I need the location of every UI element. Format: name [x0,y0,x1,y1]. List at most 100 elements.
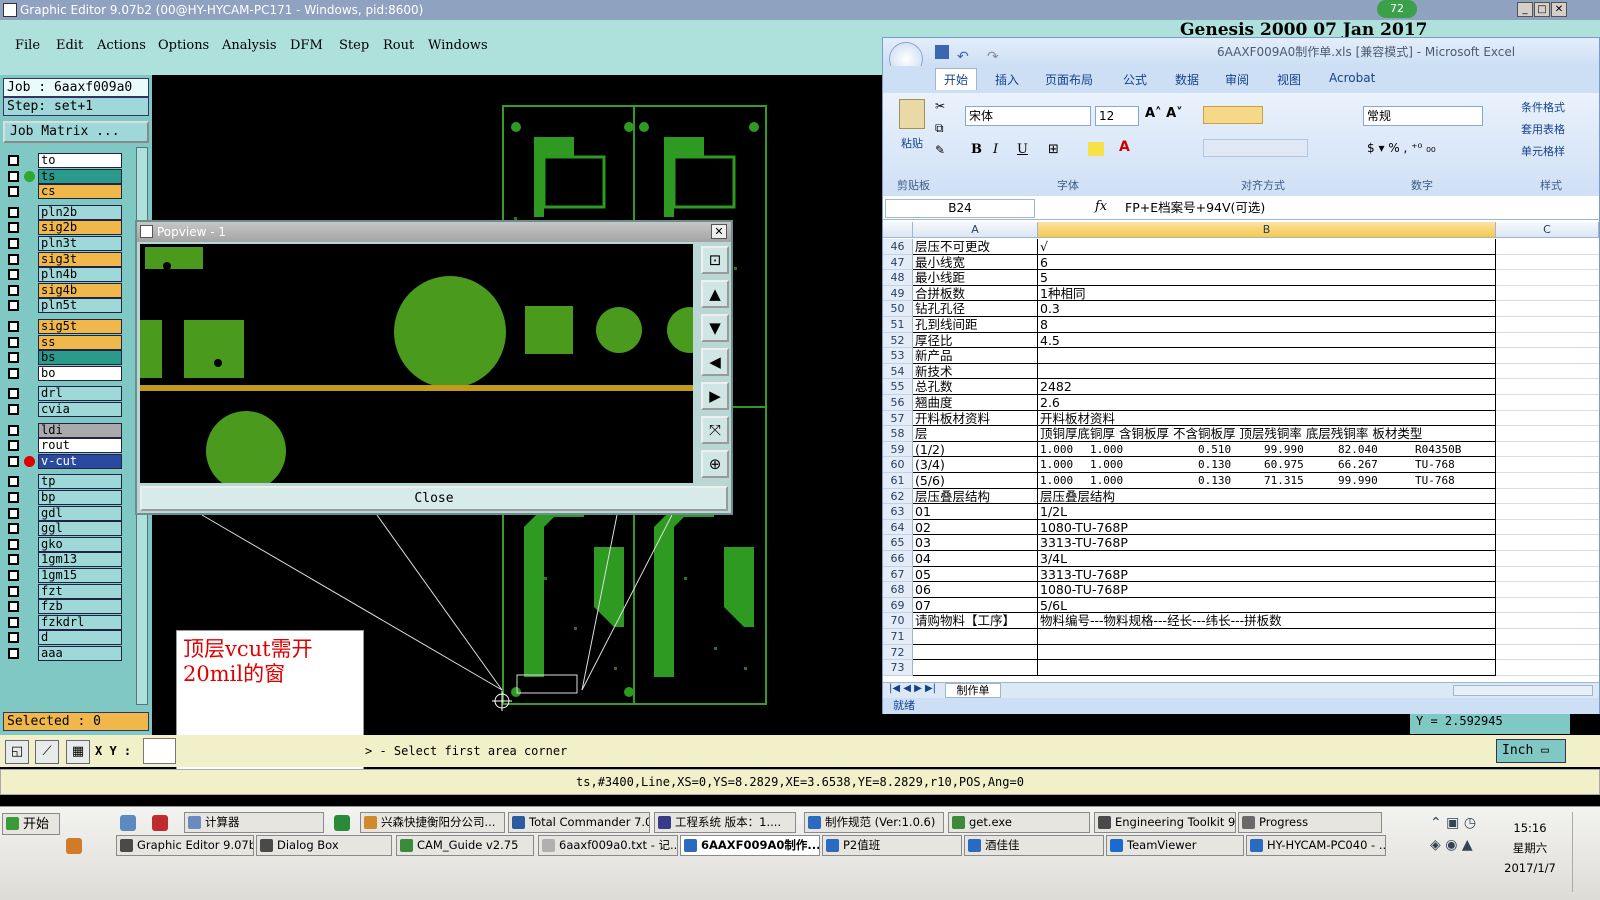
close-icon[interactable]: ✕ [1551,2,1567,17]
row-header[interactable]: 72 [883,644,913,661]
menu-actions[interactable]: Actions [97,38,146,53]
layer-row-ldi[interactable]: ldi [6,422,122,438]
cell-a[interactable]: 01 [913,504,1038,520]
taskbar-button[interactable]: 制作规范 (Ver:1.0.6) [804,812,944,833]
layer-row-to[interactable]: to [6,153,122,168]
cell-a[interactable]: 翘曲度 [913,395,1038,411]
cell-c[interactable] [1496,645,1599,661]
layer-row-sig3t[interactable]: sig3t [6,251,122,267]
cell-a[interactable]: 孔到线间距 [913,317,1038,333]
cell-a[interactable] [913,629,1038,645]
taskbar-button[interactable]: 酒佳佳 [964,835,1104,856]
cell-c[interactable] [1496,270,1599,286]
cell-c[interactable] [1496,301,1599,317]
cell-b[interactable] [1038,629,1496,645]
font-name-select[interactable]: 宋体 [965,106,1091,126]
pan-down-icon[interactable]: ▼ [701,314,729,342]
taskbar-button[interactable]: Graphic Editor 9.07b... [116,835,254,856]
layer-checkbox[interactable] [8,170,19,182]
layer-row-bs[interactable]: bs [6,350,122,366]
menu-windows[interactable]: Windows [428,38,488,53]
maximize-button[interactable]: □ [1534,2,1550,17]
layer-checkbox[interactable] [8,585,19,597]
layer-row-v-cut[interactable]: v-cut [6,453,122,469]
row-header[interactable]: 67 [883,566,913,583]
taskbar-button[interactable]: Progress [1238,812,1382,833]
layer-row-drl[interactable]: drl [6,386,122,402]
cell-c[interactable] [1496,379,1599,395]
layer-row-pln4b[interactable]: pln4b [6,267,122,283]
sheet-nav-icons[interactable]: |◀ ◀ ▶ ▶| [889,683,936,694]
cell-a[interactable]: 05 [913,566,1038,583]
row-header[interactable]: 68 [883,582,913,598]
row-header[interactable]: 71 [883,629,913,645]
pan-right-icon[interactable]: ▶ [701,382,729,410]
cell-c[interactable] [1496,520,1599,536]
row-header[interactable]: 61 [883,473,913,489]
layer-checkbox[interactable] [8,321,19,332]
cell-a[interactable]: (5/6) [913,473,1038,489]
taskbar-button[interactable]: 兴森快捷衡阳分公司... [360,812,505,833]
cell-b[interactable]: 1/2L [1038,504,1496,520]
layer-checkbox[interactable] [8,492,19,503]
taskbar-button[interactable]: TeamViewer [1106,835,1244,856]
row-header[interactable]: 52 [883,332,913,349]
cell-b[interactable] [1038,660,1496,676]
taskbar-button[interactable]: Engineering Toolkit 9.... [1094,812,1236,833]
cell-c[interactable] [1496,567,1599,583]
cell-c[interactable] [1496,473,1599,489]
start-button[interactable]: 开始 [2,813,60,835]
cell-styles-button[interactable]: 单元格样 [1521,143,1565,159]
menu-analysis[interactable]: Analysis [222,38,277,53]
cell-c[interactable] [1496,239,1599,255]
row-header[interactable]: 48 [883,270,913,286]
cell-b[interactable]: 1080-TU-768P [1038,582,1496,598]
cell-c[interactable] [1496,348,1599,364]
layer-row-sig4b[interactable]: sig4b [6,282,122,298]
cell-b[interactable]: 层压叠层结构 [1038,488,1496,505]
row-header[interactable]: 56 [883,395,913,411]
row-header[interactable]: 60 [883,457,913,473]
fx-icon[interactable]: fx [1095,199,1107,214]
layer-row-cs[interactable]: cs [6,184,122,200]
layer-checkbox[interactable] [8,336,19,348]
xy-input[interactable] [143,738,176,764]
row-header[interactable]: 54 [883,363,913,380]
ribbon-tab[interactable]: 页面布局 [1045,71,1093,88]
formula-input[interactable]: FP+E档案号+94V(可选) [1125,199,1595,218]
cell-b[interactable] [1038,348,1496,364]
layer-checkbox[interactable] [8,632,19,644]
layer-checkbox[interactable] [8,222,19,234]
cell-c[interactable] [1496,286,1599,302]
cell-b[interactable]: 物料编号---物料规格---经长---纬长---拼板数 [1038,613,1496,629]
copy-icon[interactable]: ⧉ [935,121,944,136]
layer-row-pln2b[interactable]: pln2b [6,204,122,220]
cell-a[interactable]: 02 [913,519,1038,536]
number-buttons[interactable]: $ ▾ % , ⁺⁰ ₀₀ [1367,141,1436,155]
layer-row-ts[interactable]: ts [6,168,122,184]
cell-a[interactable]: 开料板材资料 [913,410,1038,427]
cell-b[interactable]: 2.6 [1038,395,1496,411]
layer-row-fzkdrl[interactable]: fzkdrl [6,614,122,630]
cell-b[interactable]: 1.000 1.000 0.130 60.975 66.267 TU-768 [1038,457,1496,473]
row-header[interactable]: 49 [883,285,913,302]
cell-b[interactable]: 顶铜厚底铜厚 含铜板厚 不含铜板厚 顶层残铜率 底层残铜率 板材类型 [1038,426,1496,442]
pan-left-icon[interactable]: ◀ [701,348,729,376]
layer-checkbox[interactable] [8,601,19,613]
taskbar-button[interactable]: 6AAXF009A0制作... [680,835,820,856]
layer-row-fzb[interactable]: fzb [6,599,122,615]
paste-icon[interactable] [899,99,925,129]
row-header[interactable]: 50 [883,301,913,317]
format-as-table-button[interactable]: 套用表格 [1521,121,1565,137]
layer-checkbox[interactable] [8,616,19,628]
font-color-icon[interactable]: A [1119,139,1130,155]
row-header[interactable]: 64 [883,519,913,536]
cell-a[interactable]: 总孔数 [913,379,1038,395]
cell-b[interactable]: √ [1038,239,1496,255]
row-header[interactable]: 70 [883,613,913,629]
measure-icon[interactable]: ⟋ [35,740,59,764]
row-header[interactable]: 55 [883,379,913,395]
layer-row-tp[interactable]: tp [6,474,122,490]
ribbon-tab[interactable]: 视图 [1277,71,1301,88]
ribbon-tab[interactable]: 开始 [935,68,978,90]
